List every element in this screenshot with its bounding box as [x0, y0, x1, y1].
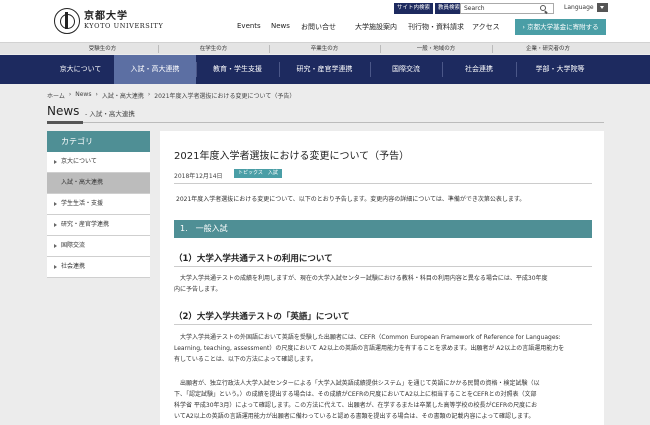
sidebar-item-admissions[interactable]: 入試・高大連携: [47, 173, 150, 194]
main-nav: 京大について 入試・高大連携 教育・学生支援 研究・産官学連携 国際交流 社会連…: [0, 55, 650, 84]
chevron-down-icon: [596, 3, 608, 12]
nav-education[interactable]: 教育・学生支援: [196, 55, 279, 84]
divider: [174, 183, 592, 184]
util-link-events[interactable]: Events: [237, 22, 261, 34]
breadcrumb-separator: ›: [147, 91, 151, 98]
subsection-heading: （2）大学入学共通テストの「英語」について: [174, 312, 350, 322]
university-emblem-icon: [54, 8, 80, 34]
logo-text-en: KYOTO UNIVERSITY: [84, 21, 164, 30]
breadcrumb: ホーム › News › 入試・高大連携 › 2021年度入学者選抜における変更…: [47, 91, 295, 100]
top-links: サイト内検索 教員検索: [394, 3, 464, 14]
util-link-contact[interactable]: お問い合せ: [301, 22, 336, 34]
audience-link-business[interactable]: 企業・研究者の方: [492, 43, 604, 55]
sidebar-item-international[interactable]: 国際交流: [47, 236, 150, 257]
article-title: 2021年度入学者選抜における変更について（予告）: [174, 151, 410, 162]
nav-community[interactable]: 社会連携: [442, 55, 516, 84]
section-heading: 1. 一般入試: [174, 220, 592, 238]
nav-international[interactable]: 国際交流: [370, 55, 442, 84]
audience-link-applicants[interactable]: 受験生の方: [47, 43, 158, 55]
sidebar-heading: カテゴリ: [47, 131, 150, 152]
util-link-facilities[interactable]: 大学施設案内: [355, 22, 397, 34]
heading-accent: [47, 121, 83, 124]
site-search-link[interactable]: サイト内検索: [394, 3, 434, 14]
breadcrumb-separator: ›: [68, 91, 72, 98]
audience-link-students[interactable]: 在学生の方: [158, 43, 269, 55]
breadcrumb-separator: ›: [95, 91, 98, 98]
site-header: 京都大学 KYOTO UNIVERSITY サイト内検索 教員検索 Search…: [0, 0, 650, 42]
page-subtitle: - 入試・高大連携: [85, 110, 135, 118]
audience-nav: 受験生の方 在学生の方 卒業生の方 一般・地域の方 企業・研究者の方: [0, 42, 650, 54]
sidebar-item-community[interactable]: 社会連携: [47, 257, 150, 278]
sidebar-item-student-life[interactable]: 学生生活・支援: [47, 194, 150, 215]
breadcrumb-news[interactable]: News: [75, 91, 91, 100]
paragraph: 出願者が、独立行政法人大学入試センターによる「大学入試英語成績提供システム」を通…: [174, 380, 540, 420]
article-intro: 2021年度入学者選抜における変更について、以下のとおり予告します。変更内容の詳…: [176, 196, 526, 203]
donate-button[interactable]: › 京都大学基金に寄附する: [515, 19, 606, 35]
nav-research[interactable]: 研究・産官学連携: [279, 55, 370, 84]
audience-link-alumni[interactable]: 卒業生の方: [269, 43, 380, 55]
breadcrumb-admissions[interactable]: 入試・高大連携: [102, 91, 144, 100]
category-sidebar: カテゴリ 京大について 入試・高大連携 学生生活・支援 研究・産官学連携 国際交…: [47, 131, 150, 278]
breadcrumb-home[interactable]: ホーム: [47, 91, 65, 100]
nav-about[interactable]: 京大について: [47, 55, 114, 84]
divider: [174, 324, 592, 325]
sidebar-item-about[interactable]: 京大について: [47, 152, 150, 173]
language-selector[interactable]: Language: [564, 3, 608, 12]
faculty-search-link[interactable]: 教員検索: [435, 3, 464, 14]
language-label: Language: [564, 4, 594, 11]
paragraph: 大学入学共通テストの成績を利用しますが、現在の大学入試センター試験における教科・…: [174, 275, 548, 293]
divider: [174, 266, 592, 267]
util-link-news[interactable]: News: [271, 22, 290, 34]
article-tag[interactable]: トピックス 入試: [234, 169, 282, 178]
sidebar-item-research[interactable]: 研究・産官学連携: [47, 215, 150, 236]
search-icon[interactable]: [540, 5, 546, 11]
page-title: News: [47, 104, 80, 118]
breadcrumb-current: 2021年度入学者選抜における変更について（予告）: [154, 93, 296, 100]
logo[interactable]: 京都大学 KYOTO UNIVERSITY: [54, 8, 163, 34]
nav-faculties[interactable]: 学部・大学院等: [516, 55, 604, 84]
divider: [47, 122, 604, 123]
page-heading: News - 入試・高大連携: [0, 100, 650, 125]
nav-admissions[interactable]: 入試・高大連携: [114, 55, 196, 84]
article: 2021年度入学者選抜における変更について（予告） 2018年12月14日 トピ…: [160, 131, 604, 425]
audience-link-public[interactable]: 一般・地域の方: [380, 43, 492, 55]
subsection-heading: （1）大学入学共通テストの利用について: [174, 254, 333, 264]
paragraph: 大学入学共通テストの外国語において英語を受験した出願者には、CEFR（Commo…: [174, 334, 565, 363]
article-date: 2018年12月14日: [174, 173, 223, 180]
util-link-publications[interactable]: 刊行物・資料請求: [408, 22, 464, 34]
util-link-access[interactable]: アクセス: [472, 22, 500, 34]
